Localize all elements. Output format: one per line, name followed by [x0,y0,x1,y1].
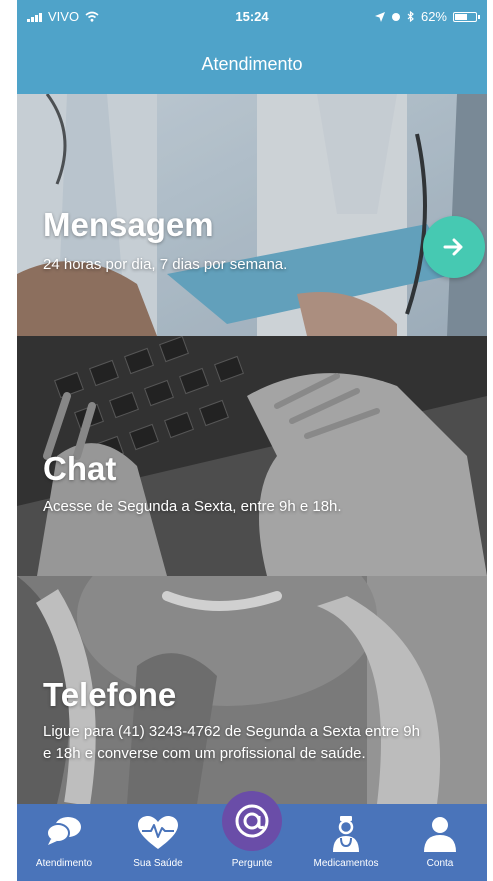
location-arrow-icon [374,11,385,22]
status-right: 62% [374,9,480,24]
tab-pergunte[interactable]: Pergunte [205,791,299,881]
tab-atendimento[interactable]: Atendimento [17,804,111,881]
pergunte-bubble[interactable] [222,791,282,851]
status-bar: VIVO 15:24 62% [17,0,487,34]
app-frame: VIVO 15:24 62% Atendimento Mensagem 24 h… [17,0,487,881]
nav-bar: Atendimento [17,34,487,94]
mensagem-go-button[interactable] [423,216,485,278]
person-icon [424,817,456,852]
heart-pulse-icon [138,816,178,849]
tab-conta[interactable]: Conta [393,804,487,881]
tab-label: Pergunte [231,858,273,869]
tab-sua-saude[interactable]: Sua Saúde [111,804,205,881]
tab-label: Sua Saúde [133,858,183,869]
tab-medicamentos[interactable]: Medicamentos [299,804,393,881]
tab-bar: Atendimento Sua Saúde Pergunte Medicamen… [17,791,487,881]
arrow-right-icon [443,238,463,256]
alarm-icon [391,12,400,21]
tab-label: Atendimento [35,858,93,869]
bluetooth-icon [407,11,414,22]
battery-percent: 62% [420,9,447,24]
card-title: Mensagem [43,206,214,243]
battery-icon [453,11,480,22]
card-mensagem[interactable]: Mensagem 24 horas por dia, 7 dias por se… [17,94,487,336]
card-description: Acesse de Segunda a Sexta, entre 9h e 18… [43,498,342,515]
card-title: Chat [43,450,117,487]
tab-label: Medicamentos [313,858,379,869]
card-description: 24 horas por dia, 7 dias por semana. [43,256,288,273]
chat-bubbles-icon [46,817,81,845]
battery-fill [455,13,468,20]
card-chat[interactable]: Chat Acesse de Segunda a Sexta, entre 9h… [17,336,487,576]
page-title: Atendimento [201,53,303,74]
card-title: Telefone [43,676,177,713]
doctor-icon [333,816,359,852]
card-telefone[interactable]: Telefone Ligue para (41) 3243-4762 de Se… [17,576,487,804]
card-description: Ligue para (41) 3243-4762 de Segunda a S… [43,723,420,762]
tab-label: Conta [426,858,454,869]
at-sign-icon [235,804,269,838]
